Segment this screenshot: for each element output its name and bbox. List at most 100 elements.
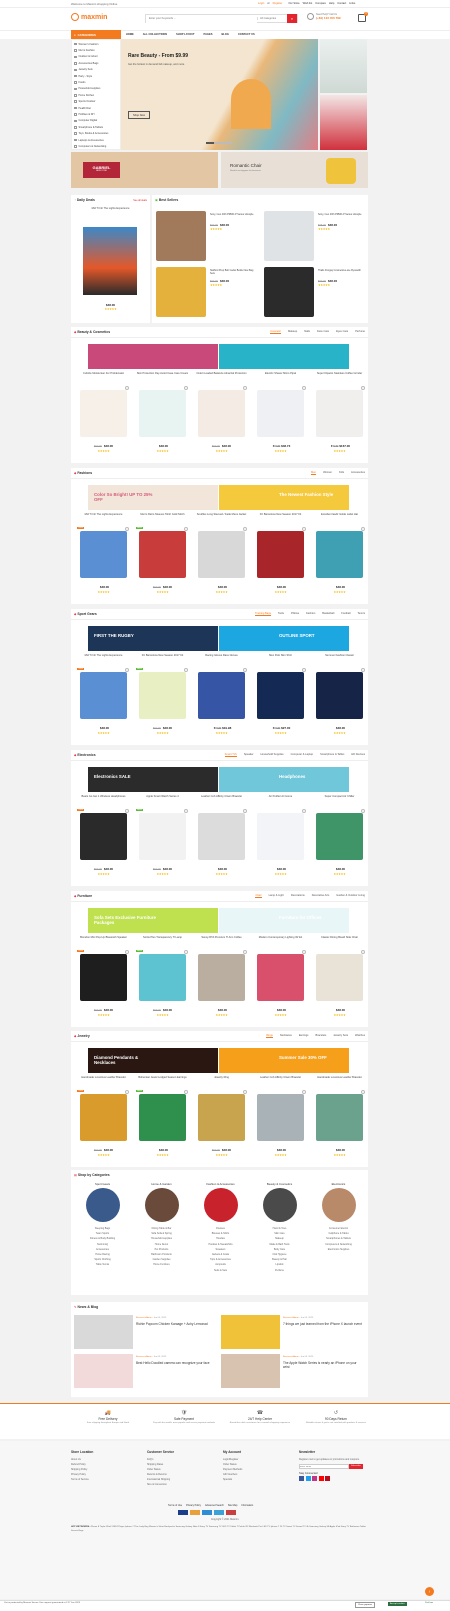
product-name[interactable]: Men's Retro Sleeves Tshirt Gold Stitch: [134, 513, 191, 520]
product-image[interactable]: [316, 531, 363, 578]
blog-title[interactable]: 7 things we just learned from the iPhone…: [283, 1322, 363, 1326]
section-tab[interactable]: Decorative Arts: [312, 894, 330, 898]
product-name[interactable]: Summer Fashion Classic: [311, 654, 368, 661]
section-banner[interactable]: Headphones: [219, 767, 349, 792]
wishlist-heart-icon[interactable]: [125, 950, 129, 954]
product-image[interactable]: [156, 267, 206, 317]
footer-link[interactable]: Terms of Use: [168, 1504, 182, 1507]
product-name[interactable]: Classic Dining Board Side Chair: [311, 936, 368, 943]
product-image[interactable]: [257, 672, 304, 719]
footer-link[interactable]: Terms of Service: [71, 1477, 143, 1482]
product-image[interactable]: [198, 813, 245, 860]
category-name[interactable]: Electronics: [310, 1182, 367, 1186]
section-tab[interactable]: Kids: [339, 471, 344, 475]
youtube-icon[interactable]: [318, 1476, 324, 1481]
product-name[interactable]: Savoy RTA Premium Tl Arm Coffee: [193, 936, 250, 943]
product-card[interactable]: Electric Shaver Micro Pipal From $48.73 ★★…: [252, 372, 309, 461]
section-tab[interactable]: HD Devices: [351, 753, 365, 757]
wishlist-heart-icon[interactable]: [361, 950, 365, 954]
category-name[interactable]: Home & Garden: [133, 1182, 190, 1186]
section-tab[interactable]: Decorations: [291, 894, 305, 898]
product-name[interactable]: Handmade Luxurious Leather Bracelet: [75, 1076, 132, 1083]
product-image[interactable]: [80, 813, 127, 860]
product-name[interactable]: Beats Go Get 1 Wireless Headphones: [75, 795, 132, 802]
product-name[interactable]: Bohemian Jewel Lodged Season Earrings: [134, 1076, 191, 1083]
carousel-dots[interactable]: [206, 142, 232, 144]
product-name[interactable]: Southlet Long Sleeved / Fade Mens Jacket: [193, 513, 250, 520]
section-tab[interactable]: Rings: [266, 1034, 273, 1038]
product-card[interactable]: Men Polo Slim Shirt From $27.00 ★★★★★: [252, 654, 309, 743]
section-tab[interactable]: Eyes Care: [336, 330, 348, 334]
footer-link[interactable]: Privacy Policy: [186, 1504, 201, 1507]
wishlist-heart-icon[interactable]: [243, 668, 247, 672]
product-card[interactable]: Oolert Loaded Balancie Almarzal Protecti…: [193, 372, 250, 461]
back-to-top-button[interactable]: ↑: [425, 1587, 434, 1596]
product-card[interactable]: Apple Smart Watch Series 4 NEW $60.00 $48.0…: [134, 795, 191, 884]
section-tab[interactable]: Fashion: [306, 612, 315, 616]
footer-link[interactable]: Specials: [223, 1477, 295, 1482]
blog-title[interactable]: Best Hello Doodled camera can recognize …: [136, 1361, 216, 1365]
product-name[interactable]: Stafford Prep Bob Cedar Bottle New Bag S…: [210, 269, 256, 275]
product-image[interactable]: [139, 1094, 186, 1141]
promo-banner-gabriel[interactable]: GABRIEL NEW YORK: [71, 152, 218, 188]
section-tab[interactable]: Women: [323, 471, 332, 475]
product-name[interactable]: Air Purifier Air Home: [252, 795, 309, 802]
category-name[interactable]: Beauty & Cosmetics: [251, 1182, 308, 1186]
product-image[interactable]: [257, 954, 304, 1001]
product-image[interactable]: [139, 672, 186, 719]
best-seller-item[interactable]: Sony, Inec 40th PRMO-P Series Lifestyle $…: [264, 211, 364, 263]
decline-button[interactable]: Close popover: [355, 1602, 376, 1608]
menu-blog[interactable]: BLOG: [221, 33, 229, 36]
blog-post[interactable]: Business Admin - Jun 05, 2023 7 things we…: [221, 1315, 365, 1351]
product-image[interactable]: [198, 531, 245, 578]
wishlist-heart-icon[interactable]: [184, 809, 188, 813]
product-card[interactable]: Men's Retro Sleeves Tshirt Gold Stitch NE…: [134, 513, 191, 602]
product-image[interactable]: [316, 1094, 363, 1141]
product-name[interactable]: Leather Cob Affinity Clown Bracelet: [193, 795, 250, 802]
product-image[interactable]: [316, 672, 363, 719]
menu-pages[interactable]: PAGES: [204, 33, 213, 36]
topbar-link[interactable]: Our Store: [288, 2, 299, 5]
blog-title[interactable]: The Apple Watch Series is nearly an iPho…: [283, 1361, 363, 1369]
blog-post[interactable]: Business Admin - Jun 05, 2023 Richie Popc…: [74, 1315, 218, 1351]
footer-link[interactable]: Advanced Search: [205, 1504, 224, 1507]
section-banner[interactable]: [88, 344, 218, 369]
product-image[interactable]: [80, 531, 127, 578]
newsletter-email-input[interactable]: [299, 1464, 349, 1469]
product-card[interactable]: Handmade Luxurious Leather Bracelet $48.0…: [311, 1076, 368, 1165]
product-image[interactable]: [316, 954, 363, 1001]
category-link[interactable]: Electronics Supplies: [310, 1247, 367, 1252]
section-tab[interactable]: Cosmetic: [270, 330, 281, 334]
wishlist-heart-icon[interactable]: [361, 809, 365, 813]
wishlist-heart-icon[interactable]: [184, 1090, 188, 1094]
menu-contact[interactable]: CONTACT US: [238, 33, 255, 36]
category-name[interactable]: Sport Gears: [74, 1182, 131, 1186]
category-link[interactable]: Table Tennis: [74, 1262, 131, 1267]
wishlist-heart-icon[interactable]: [125, 809, 129, 813]
product-card[interactable]: Excellent lasdir Golde Label Hat $48.00 ★★…: [311, 513, 368, 602]
product-image[interactable]: [139, 813, 186, 860]
product-name[interactable]: Skin Protection Day Avoid Case Care Crea…: [134, 372, 191, 379]
product-name[interactable]: Excellent lasdir Golde Label Hat: [311, 513, 368, 520]
category-link[interactable]: Perfume: [251, 1268, 308, 1273]
wishlist-heart-icon[interactable]: [243, 809, 247, 813]
product-card[interactable]: Mid Tl Inh The Lights Experience -20% $48.…: [75, 654, 132, 743]
section-tab[interactable]: Watches: [355, 1034, 365, 1038]
wishlist-heart-icon[interactable]: [243, 1090, 247, 1094]
section-tab[interactable]: Smart TVs: [224, 753, 237, 757]
product-card[interactable]: Racing Gloves Race Gloves From $19.98 ★★★★…: [193, 654, 250, 743]
blog-post[interactable]: Business Admin - Jun 05, 2023 The Apple W…: [221, 1354, 365, 1390]
product-name[interactable]: Sortie Plus Transparency Tl Lamp: [134, 936, 191, 943]
topbar-link[interactable]: Wish list: [303, 2, 313, 5]
section-tab[interactable]: Household Supplies: [261, 753, 284, 757]
logo[interactable]: maxmin: [71, 13, 107, 21]
product-name[interactable]: Racing Gloves Race Gloves: [193, 654, 250, 661]
menu-collections[interactable]: ALL COLLECTIONS: [143, 33, 167, 36]
login-link[interactable]: Login: [258, 2, 264, 5]
footer-link[interactable]: Site Map: [228, 1504, 237, 1507]
product-name[interactable]: Oolert Loaded Balancie Almarzal Protecti…: [193, 372, 250, 379]
product-card[interactable]: Modern Contemporary Lighting W/ E1 $48.00…: [252, 936, 309, 1025]
wishlist-heart-icon[interactable]: [243, 950, 247, 954]
section-banner[interactable]: Sofa Sets Exclusive Furniture Packages: [88, 908, 218, 933]
section-banner[interactable]: [219, 344, 349, 369]
